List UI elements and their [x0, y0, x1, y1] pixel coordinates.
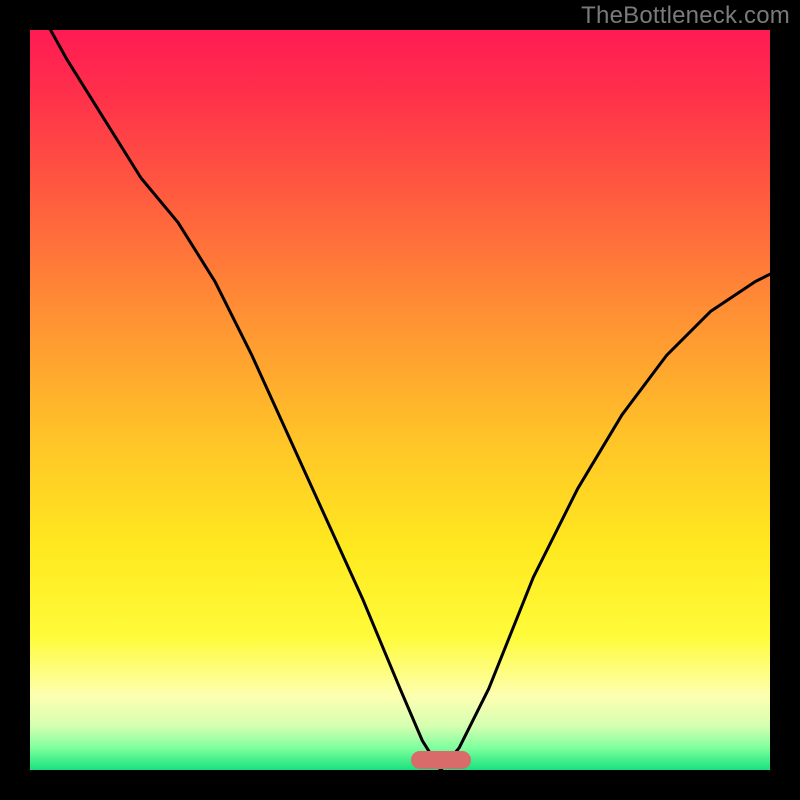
optimal-marker: [411, 751, 471, 769]
watermark-text: TheBottleneck.com: [581, 2, 790, 30]
plot-area: [30, 30, 770, 770]
bottleneck-curve: [30, 30, 770, 770]
outer-frame: TheBottleneck.com: [0, 0, 800, 800]
